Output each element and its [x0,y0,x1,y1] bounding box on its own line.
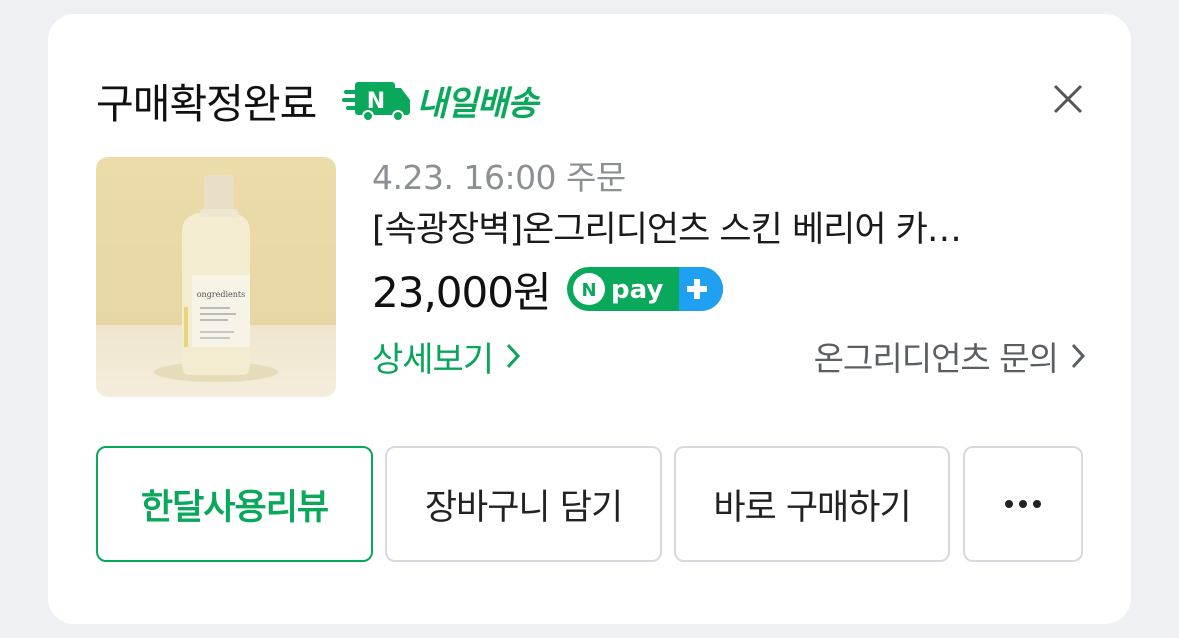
order-status-row: 구매확정완료 N 내일배송 [96,70,538,130]
more-options-button[interactable] [963,446,1083,562]
product-name[interactable]: [속광장벽]온그리디언츠 스킨 베리어 카… [372,202,1086,258]
delivery-badge: N 내일배송 [342,76,538,125]
npay-plus-badge: N pay [566,267,723,311]
order-card: 구매확정완료 N 내일배송 ongredients 4.23. 16:00 주문… [48,14,1131,624]
add-to-cart-button[interactable]: 장바구니 담기 [385,446,662,562]
seller-inquiry-link[interactable]: 온그리디언츠 문의 [814,332,1086,380]
delivery-label: 내일배송 [416,83,538,124]
order-date: 4.23. 16:00 주문 [372,158,626,197]
order-details: 4.23. 16:00 주문 [속광장벽]온그리디언츠 스킨 베리어 카… 23… [372,154,1086,386]
delivery-truck-icon: N [342,82,411,122]
product-image-label: ongredients [197,290,246,299]
view-details-link[interactable]: 상세보기 [372,332,521,381]
product-bottle-image: ongredients [154,175,278,382]
view-details-label: 상세보기 [372,339,494,380]
seller-inquiry-label: 온그리디언츠 문의 [813,339,1059,378]
chevron-right-icon [1071,343,1086,369]
chevron-right-icon [507,343,521,369]
links-row: 상세보기 온그리디언츠 문의 [372,326,1086,386]
close-icon[interactable] [1051,82,1085,116]
more-horizontal-icon [1005,500,1041,508]
delivery-badge-mark: N [367,89,385,114]
npay-text: pay [611,275,663,305]
price-row: 23,000원 N pay [372,258,1086,320]
product-image[interactable]: ongredients [96,157,336,397]
npay-mark: N [581,280,596,301]
order-status-title: 구매확정완료 [96,80,317,128]
product-price: 23,000원 [372,267,552,317]
buy-now-button[interactable]: 바로 구매하기 [674,446,950,562]
monthly-review-button[interactable]: 한달사용리뷰 [96,446,373,562]
